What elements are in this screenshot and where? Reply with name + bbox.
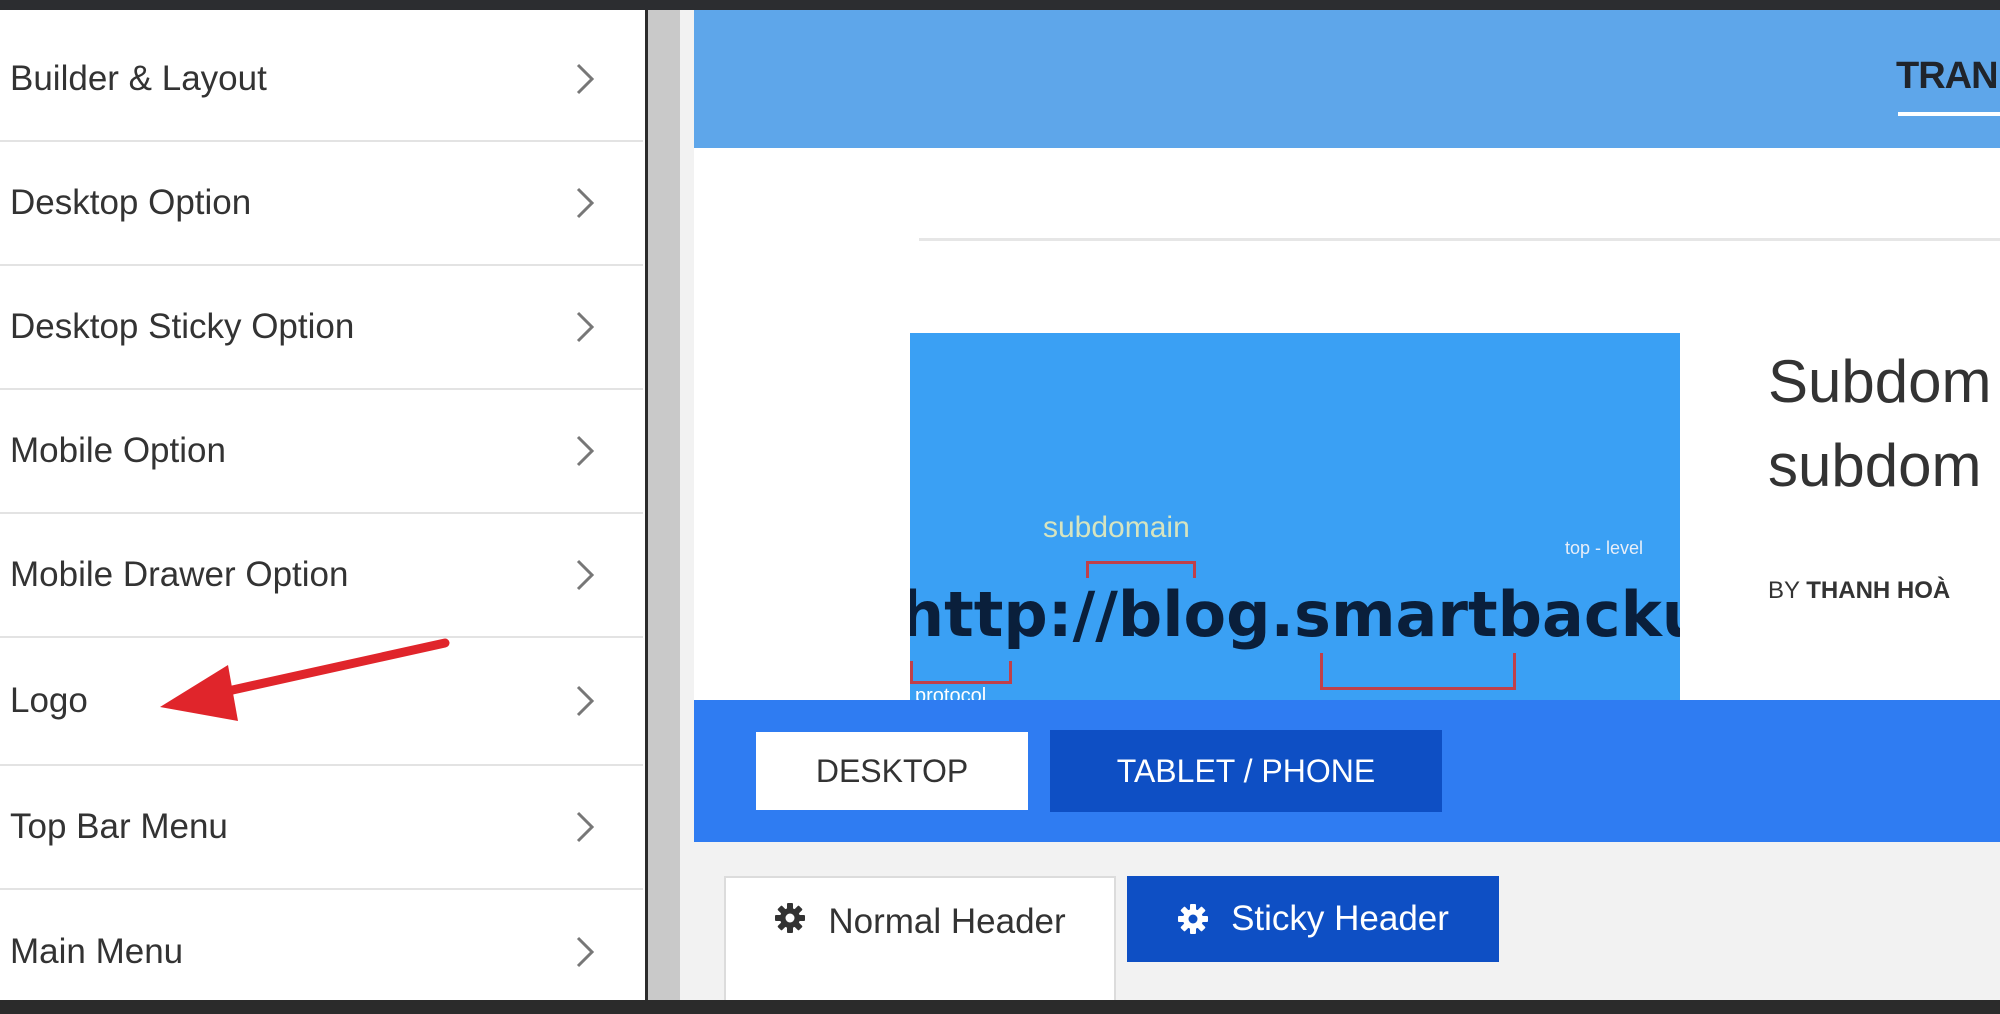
sidebar-item-label: Top Bar Menu [10, 807, 228, 846]
thumbnail-tld-label: top - level [1565, 538, 1644, 558]
thumbnail-subdomain-label: subdomain [1043, 511, 1190, 544]
nav-link[interactable]: TRAN [1896, 55, 1999, 98]
sidebar-item-label: Logo [10, 681, 88, 720]
tablet-phone-button[interactable]: TABLET / PHONE [1050, 730, 1442, 812]
content-divider [919, 238, 2000, 241]
domain-bracket [1320, 653, 1516, 690]
post-title-line: subdom [1768, 432, 1982, 499]
sidebar-item-main-menu[interactable]: Main Menu [0, 890, 643, 1014]
tab-label: Sticky Header [1231, 899, 1449, 938]
panel-resize-divider[interactable] [648, 10, 680, 1000]
sidebar-item-label: Mobile Option [10, 431, 226, 470]
chevron-right-icon [576, 435, 595, 467]
sidebar-item-mobile-option[interactable]: Mobile Option [0, 390, 643, 514]
sidebar-item-label: Main Menu [10, 932, 184, 971]
preview-gutter [680, 10, 694, 1000]
site-preview: TRAN subdomain top - level http://blog.s… [694, 10, 2000, 700]
gear-icon [1178, 904, 1209, 934]
tab-label: Normal Header [828, 902, 1066, 941]
sidebar-item-builder-layout[interactable]: Builder & Layout [0, 18, 643, 142]
customizer-sidebar: Builder & Layout Desktop Option Desktop … [0, 10, 645, 1000]
window-top-edge [0, 0, 2000, 10]
sidebar-item-label: Builder & Layout [10, 59, 267, 98]
sidebar-item-mobile-drawer-option[interactable]: Mobile Drawer Option [0, 514, 643, 638]
thumbnail-protocol-label: protocol [915, 685, 987, 700]
subdomain-bracket [1086, 561, 1196, 578]
post-title-line: Subdom [1768, 348, 1992, 415]
sidebar-item-label: Mobile Drawer Option [10, 555, 349, 594]
sidebar-item-desktop-sticky-option[interactable]: Desktop Sticky Option [0, 266, 643, 390]
post-byline: BY THANH HOÀ [1768, 577, 1950, 605]
red-arrow-icon [160, 638, 450, 721]
chevron-right-icon [576, 811, 595, 843]
protocol-bracket [910, 661, 1012, 684]
device-toggle-bar: DESKTOP TABLET / PHONE [694, 700, 2000, 842]
chevron-right-icon [576, 63, 595, 95]
chevron-right-icon [576, 685, 595, 717]
thumbnail-url-text: http://blog.smartbackup.vn [910, 578, 1680, 651]
byline-prefix: BY [1768, 577, 1800, 604]
header-tabs-area: Normal Header Sticky Header [694, 842, 2000, 1000]
sidebar-item-label: Desktop Sticky Option [10, 307, 355, 346]
post-title[interactable]: Subdom subdom [1768, 340, 1991, 508]
sidebar-item-label: Desktop Option [10, 183, 252, 222]
chevron-right-icon [576, 311, 595, 343]
gear-icon [775, 903, 806, 933]
preview-site-header: TRAN [694, 10, 2000, 148]
tab-sticky-header[interactable]: Sticky Header [1127, 876, 1499, 962]
chevron-right-icon [576, 187, 595, 219]
chevron-right-icon [576, 559, 595, 591]
post-thumbnail[interactable]: subdomain top - level http://blog.smartb… [910, 333, 1680, 700]
nav-link-underline [1898, 112, 2000, 116]
sidebar-item-desktop-option[interactable]: Desktop Option [0, 142, 643, 266]
tab-normal-header[interactable]: Normal Header [724, 876, 1116, 1000]
desktop-button[interactable]: DESKTOP [756, 732, 1028, 810]
sidebar-item-top-bar-menu[interactable]: Top Bar Menu [0, 766, 643, 890]
byline-author[interactable]: THANH HOÀ [1806, 577, 1950, 604]
chevron-right-icon [576, 936, 595, 968]
